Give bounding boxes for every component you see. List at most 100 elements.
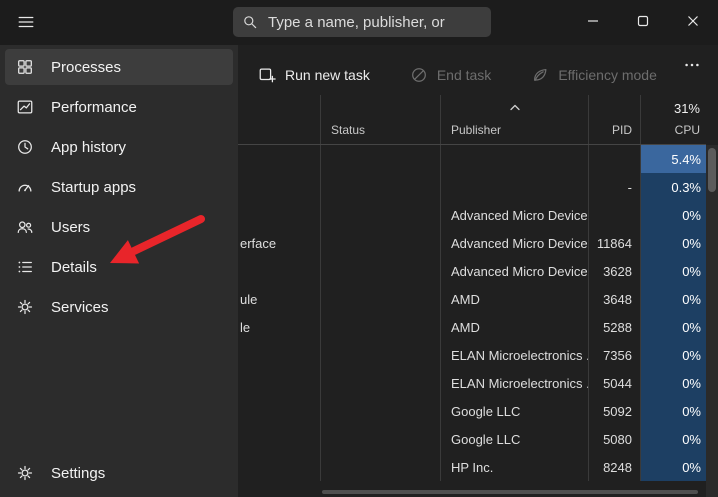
search-box bbox=[233, 7, 491, 37]
column-label-cpu: CPU bbox=[674, 123, 700, 137]
maximize-button[interactable] bbox=[618, 0, 668, 45]
table-row[interactable]: 5.4% bbox=[238, 145, 706, 173]
sidebar-footer: Settings bbox=[0, 455, 238, 497]
sidebar-item-performance[interactable]: Performance bbox=[5, 89, 233, 125]
performance-icon bbox=[16, 98, 34, 116]
cell-pid: 5044 bbox=[588, 369, 640, 397]
task-manager-window: Run new task End task Efficiency mode St… bbox=[0, 0, 718, 497]
cell-publisher: AMD bbox=[440, 313, 588, 341]
minimize-icon bbox=[583, 11, 603, 34]
sidebar-item-processes[interactable]: Processes bbox=[5, 49, 233, 85]
cell-status bbox=[320, 285, 440, 313]
services-icon bbox=[16, 298, 34, 316]
hamburger-button[interactable] bbox=[6, 5, 46, 41]
window-controls bbox=[568, 0, 718, 45]
cell-pid: 11864 bbox=[588, 229, 640, 257]
cpu-total-percent: 31% bbox=[673, 100, 700, 116]
sidebar-item-label: Services bbox=[51, 298, 109, 316]
processes-icon bbox=[16, 58, 34, 76]
cell-pid: 5092 bbox=[588, 397, 640, 425]
sidebar-item-label: Details bbox=[51, 258, 97, 276]
cell-cpu: 5.4% bbox=[640, 145, 706, 173]
table-row[interactable]: ule AMD 3648 0% bbox=[238, 285, 706, 313]
table-row[interactable]: - 0.3% bbox=[238, 173, 706, 201]
cell-publisher: AMD bbox=[440, 285, 588, 313]
cell-cpu: 0% bbox=[640, 229, 706, 257]
search-input[interactable] bbox=[266, 12, 482, 32]
vertical-scrollbar-thumb[interactable] bbox=[708, 148, 716, 192]
table-row[interactable]: Google LLC 5092 0% bbox=[238, 397, 706, 425]
toolbar-button-label: Run new task bbox=[285, 67, 370, 83]
column-header-publisher[interactable]: Publisher bbox=[440, 95, 588, 144]
cell-pid bbox=[588, 201, 640, 229]
cell-pid: 7356 bbox=[588, 341, 640, 369]
cell-name bbox=[238, 453, 320, 481]
cell-status bbox=[320, 201, 440, 229]
table-row[interactable]: ELAN Microelectronics ... 7356 0% bbox=[238, 341, 706, 369]
sort-ascending-icon bbox=[509, 99, 521, 117]
column-header-name[interactable] bbox=[238, 95, 320, 144]
cell-publisher: Advanced Micro Device... bbox=[440, 229, 588, 257]
horizontal-scrollbar-thumb[interactable] bbox=[322, 490, 698, 494]
titlebar bbox=[0, 0, 718, 45]
search-icon bbox=[242, 14, 258, 30]
cell-pid: 8248 bbox=[588, 453, 640, 481]
users-icon bbox=[16, 218, 34, 236]
cell-name bbox=[238, 201, 320, 229]
hamburger-icon bbox=[17, 13, 35, 34]
column-header-status[interactable]: Status bbox=[320, 95, 440, 144]
cell-publisher bbox=[440, 145, 588, 173]
cell-cpu: 0.3% bbox=[640, 173, 706, 201]
run-new-task-button[interactable]: Run new task bbox=[252, 65, 376, 85]
cell-pid: 5288 bbox=[588, 313, 640, 341]
cell-status bbox=[320, 341, 440, 369]
table-row[interactable]: HP Inc. 8248 0% bbox=[238, 453, 706, 481]
table-row[interactable]: ELAN Microelectronics ... 5044 0% bbox=[238, 369, 706, 397]
sidebar-item-label: Settings bbox=[51, 464, 106, 482]
sidebar-item-app-history[interactable]: App history bbox=[5, 129, 233, 165]
column-header-pid[interactable]: PID bbox=[588, 95, 640, 144]
sidebar-item-settings[interactable]: Settings bbox=[5, 455, 233, 491]
app-history-icon bbox=[16, 138, 34, 156]
sidebar-item-details[interactable]: Details bbox=[5, 249, 233, 285]
efficiency-mode-button[interactable]: Efficiency mode bbox=[525, 65, 663, 85]
table-row[interactable]: Google LLC 5080 0% bbox=[238, 425, 706, 453]
run-new-task-icon bbox=[258, 66, 276, 84]
cell-name bbox=[238, 145, 320, 173]
table-row[interactable]: Advanced Micro Device... 0% bbox=[238, 201, 706, 229]
details-icon bbox=[16, 258, 34, 276]
table-row[interactable]: le AMD 5288 0% bbox=[238, 313, 706, 341]
cell-cpu: 0% bbox=[640, 257, 706, 285]
minimize-button[interactable] bbox=[568, 0, 618, 45]
table-row[interactable]: erface Advanced Micro Device... 11864 0% bbox=[238, 229, 706, 257]
cell-status bbox=[320, 453, 440, 481]
cell-status bbox=[320, 313, 440, 341]
cell-pid: 3628 bbox=[588, 257, 640, 285]
column-label-pid: PID bbox=[611, 123, 632, 137]
end-task-button[interactable]: End task bbox=[404, 65, 497, 85]
cell-publisher: Google LLC bbox=[440, 425, 588, 453]
cell-cpu: 0% bbox=[640, 425, 706, 453]
close-button[interactable] bbox=[668, 0, 718, 45]
cell-name: le bbox=[240, 319, 251, 335]
processes-page: Run new task End task Efficiency mode St… bbox=[238, 45, 718, 497]
cell-publisher: Google LLC bbox=[440, 397, 588, 425]
end-task-icon bbox=[410, 66, 428, 84]
more-options-icon bbox=[683, 56, 701, 77]
column-label-publisher: Publisher bbox=[451, 123, 502, 137]
vertical-scrollbar[interactable] bbox=[706, 145, 718, 497]
cell-name bbox=[238, 341, 320, 369]
sidebar-item-users[interactable]: Users bbox=[5, 209, 233, 245]
cell-cpu: 0% bbox=[640, 341, 706, 369]
table-row[interactable]: Advanced Micro Device... 3628 0% bbox=[238, 257, 706, 285]
sidebar-item-services[interactable]: Services bbox=[5, 289, 233, 325]
toolbar-button-label: End task bbox=[436, 67, 492, 83]
more-options-button[interactable] bbox=[678, 53, 706, 79]
sidebar-item-label: App history bbox=[51, 138, 127, 156]
cell-pid: 3648 bbox=[588, 285, 640, 313]
cell-cpu: 0% bbox=[640, 397, 706, 425]
sidebar-item-startup-apps[interactable]: Startup apps bbox=[5, 169, 233, 205]
sidebar-item-label: Performance bbox=[51, 98, 137, 116]
column-label-status: Status bbox=[331, 123, 366, 137]
column-header-cpu[interactable]: 31% CPU bbox=[640, 95, 706, 144]
